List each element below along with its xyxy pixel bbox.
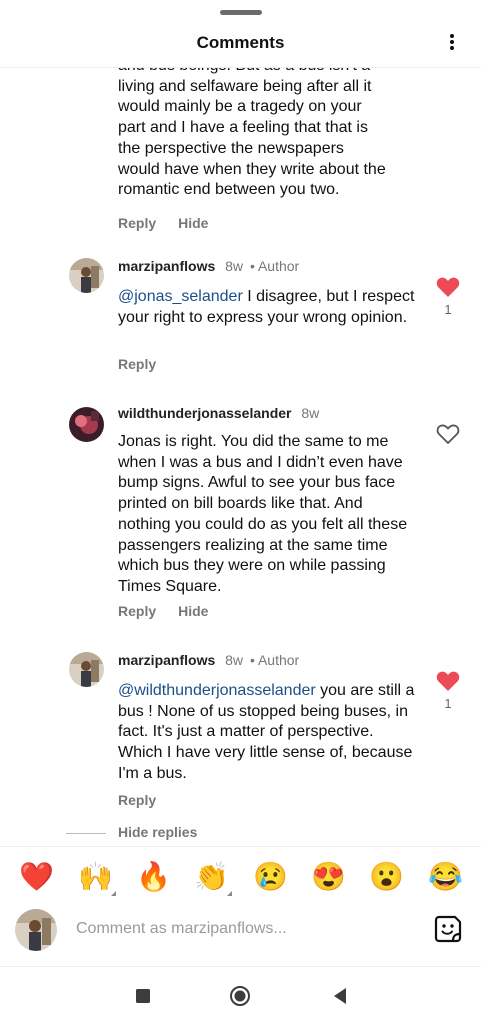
comment-text-line: would have when they write about the <box>118 160 386 178</box>
raising-hands-icon[interactable]: 🙌 <box>78 860 116 896</box>
comment-input[interactable] <box>76 916 406 942</box>
emoji-glyph: 😍 <box>311 861 346 892</box>
variants-indicator <box>111 891 116 896</box>
comment-actions: Reply Hide <box>118 213 438 234</box>
hide-button[interactable]: Hide <box>178 603 208 619</box>
comments-list[interactable]: and bus beings. But as a bus isn't a liv… <box>0 68 481 846</box>
timestamp: 8w <box>301 405 320 421</box>
comment-text-line: and bus beings. But as a bus isn't a <box>118 68 438 77</box>
continued-comment: and bus beings. But as a bus isn't a liv… <box>118 68 438 234</box>
my-avatar <box>15 909 57 951</box>
timestamp: 8w <box>225 652 244 668</box>
emoji-glyph: 🔥 <box>136 861 171 892</box>
variants-indicator <box>227 891 232 896</box>
author-badge: Author <box>257 652 300 668</box>
reply-button[interactable]: Reply <box>118 792 156 808</box>
author-badge: Author <box>257 258 300 274</box>
separator-dot: • <box>249 652 255 668</box>
reply-button[interactable]: Reply <box>118 603 156 619</box>
comment-composer <box>0 906 481 966</box>
sticker-icon[interactable] <box>433 914 463 944</box>
like-count: 1 <box>444 302 452 317</box>
separator-dot: • <box>249 258 255 274</box>
comment-actions: Reply Hide <box>118 603 230 619</box>
emoji-glyph: ❤️ <box>19 861 54 892</box>
username[interactable]: wildthunderjonasselander <box>118 405 291 421</box>
surprised-face-icon[interactable]: 😮 <box>369 860 404 894</box>
mention-link[interactable]: @jonas_selander <box>118 288 243 305</box>
comment-text: @jonas_selander I disagree, but I respec… <box>118 287 418 328</box>
emoji-glyph: 🙌 <box>78 861 113 892</box>
comment-body: Jonas is right. You did the same to me w… <box>118 433 408 595</box>
comment-actions: Reply <box>118 356 178 372</box>
username[interactable]: marzipanflows <box>118 652 215 668</box>
comment-text: @wildthunderjonasselander you are still … <box>118 681 418 785</box>
header: Comments <box>0 28 481 58</box>
like-count: 1 <box>444 696 452 711</box>
emoji-bar: ❤️ 🙌 🔥 👏 😢 😍 😮 😂 <box>0 846 481 907</box>
red-heart-icon[interactable]: ❤️ <box>19 860 54 894</box>
comment-meta: marzipanflows 8w • Author <box>118 258 299 274</box>
avatar[interactable] <box>69 407 104 442</box>
comment-text: Jonas is right. You did the same to me w… <box>118 432 418 598</box>
avatar[interactable] <box>69 652 104 687</box>
timestamp: 8w <box>225 258 244 274</box>
comment-text-line: romantic end between you two. <box>118 181 340 199</box>
emoji-glyph: 👏 <box>194 861 229 892</box>
username[interactable]: marzipanflows <box>118 258 215 274</box>
emoji-glyph: 😮 <box>369 861 404 892</box>
drag-handle[interactable] <box>220 10 262 15</box>
clapping-hands-icon[interactable]: 👏 <box>194 860 232 896</box>
heart-eyes-icon[interactable]: 😍 <box>311 860 346 894</box>
page-title: Comments <box>196 33 285 52</box>
more-options-icon[interactable] <box>441 32 463 54</box>
tears-of-joy-icon[interactable]: 😂 <box>428 860 463 894</box>
hide-button[interactable]: Hide <box>178 215 208 231</box>
emoji-glyph: 😢 <box>253 861 288 892</box>
comment-text-line: would mainly be a tragedy on your <box>118 98 362 116</box>
hide-replies-label: Hide replies <box>118 824 198 840</box>
comment-text-line: the perspective the newspapers <box>118 139 344 157</box>
system-nav-bar <box>0 966 481 1025</box>
back-icon[interactable] <box>330 985 352 1007</box>
comment-text-line: living and selfaware being after all it <box>118 77 372 95</box>
home-icon[interactable] <box>229 985 251 1007</box>
liked-heart-icon[interactable] <box>436 276 460 298</box>
comment-meta: wildthunderjonasselander 8w <box>118 405 319 421</box>
comment-text-line: part and I have a feeling that that is <box>118 119 368 137</box>
reply-button[interactable]: Reply <box>118 356 156 372</box>
mention-link[interactable]: @wildthunderjonasselander <box>118 682 316 699</box>
heart-outline-icon[interactable] <box>436 423 460 445</box>
comment-actions: Reply <box>118 792 178 808</box>
liked-heart-icon[interactable] <box>436 670 460 692</box>
recent-apps-icon[interactable] <box>132 985 154 1007</box>
reply-button[interactable]: Reply <box>118 215 156 231</box>
divider-line <box>66 833 106 834</box>
comment-meta: marzipanflows 8w • Author <box>118 652 299 668</box>
avatar[interactable] <box>69 258 104 293</box>
emoji-glyph: 😂 <box>428 861 463 892</box>
fire-icon[interactable]: 🔥 <box>136 860 171 894</box>
crying-face-icon[interactable]: 😢 <box>253 860 288 894</box>
